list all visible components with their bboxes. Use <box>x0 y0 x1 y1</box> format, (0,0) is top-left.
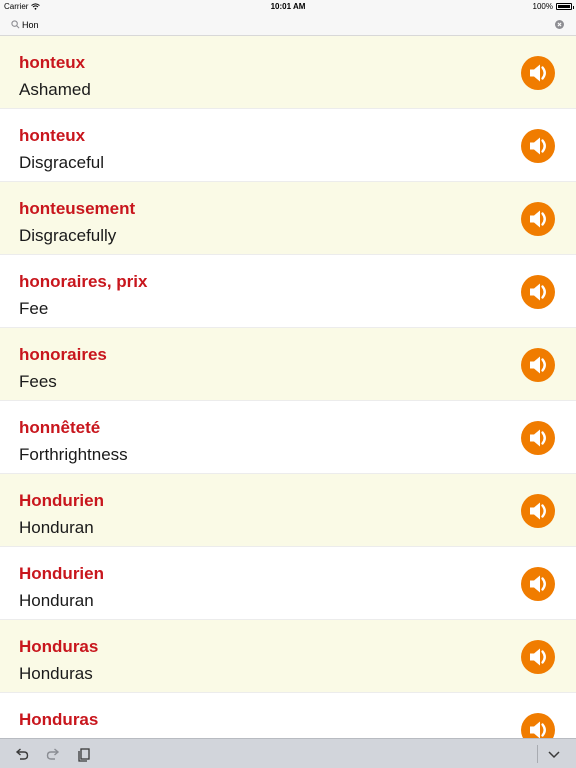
word-label: honteux <box>19 126 86 145</box>
word-label: Hondurien <box>19 564 104 583</box>
translation-label: Fees <box>19 372 57 391</box>
list-item[interactable]: honoraires Fees <box>0 328 576 401</box>
battery-icon <box>556 3 574 10</box>
speaker-icon[interactable] <box>521 348 555 382</box>
speaker-icon[interactable] <box>521 421 555 455</box>
toolbar-divider <box>537 745 538 763</box>
results-list: honteux Ashamed honteux Disgraceful hont… <box>0 36 576 738</box>
translation-label: Disgraceful <box>19 153 105 172</box>
word-label: honteux <box>19 53 86 72</box>
word-label: Hondurien <box>19 491 104 510</box>
redo-icon[interactable] <box>45 746 61 762</box>
list-item[interactable]: Hondurien Honduran <box>0 474 576 547</box>
paste-icon[interactable] <box>76 746 92 762</box>
chevron-down-icon[interactable] <box>546 746 562 762</box>
word-label: Honduras <box>19 710 99 729</box>
status-time: 10:01 AM <box>270 2 306 11</box>
translation-label: Honduran <box>19 518 94 537</box>
list-item[interactable]: honteusement Disgracefully <box>0 182 576 255</box>
word-label: honnêteté <box>19 418 101 437</box>
list-item[interactable]: Honduras <box>0 693 576 738</box>
search-bar <box>0 14 576 36</box>
speaker-icon[interactable] <box>521 640 555 674</box>
speaker-icon[interactable] <box>521 713 555 738</box>
list-item[interactable]: honnêteté Forthrightness <box>0 401 576 474</box>
undo-icon[interactable] <box>14 746 30 762</box>
translation-label: Honduras <box>19 664 93 683</box>
clear-icon[interactable] <box>555 20 564 29</box>
translation-label: Honduran <box>19 591 94 610</box>
status-bar: Carrier 10:01 AM 100% <box>0 0 576 14</box>
speaker-icon[interactable] <box>521 129 555 163</box>
list-item[interactable]: honteux Disgraceful <box>0 109 576 182</box>
word-label: honoraires <box>19 345 107 364</box>
translation-label: Fee <box>19 299 49 318</box>
speaker-icon[interactable] <box>521 494 555 528</box>
word-label: honoraires, prix <box>19 272 148 291</box>
translation-label: Ashamed <box>19 80 91 99</box>
list-item[interactable]: Honduras Honduras <box>0 620 576 693</box>
translation-label: Forthrightness <box>19 445 128 464</box>
translation-label: Disgracefully <box>19 226 117 245</box>
speaker-icon[interactable] <box>521 275 555 309</box>
list-item[interactable]: honteux Ashamed <box>0 36 576 109</box>
speaker-icon[interactable] <box>521 56 555 90</box>
keyboard-toolbar <box>0 738 576 768</box>
battery-percent: 100% <box>532 2 553 11</box>
word-label: honteusement <box>19 199 136 218</box>
speaker-icon[interactable] <box>521 567 555 601</box>
search-icon <box>11 20 20 29</box>
search-input[interactable] <box>22 17 542 33</box>
status-right: 100% <box>532 2 574 11</box>
list-item[interactable]: Hondurien Honduran <box>0 547 576 620</box>
word-label: Honduras <box>19 637 99 656</box>
list-item[interactable]: honoraires, prix Fee <box>0 255 576 328</box>
speaker-icon[interactable] <box>521 202 555 236</box>
